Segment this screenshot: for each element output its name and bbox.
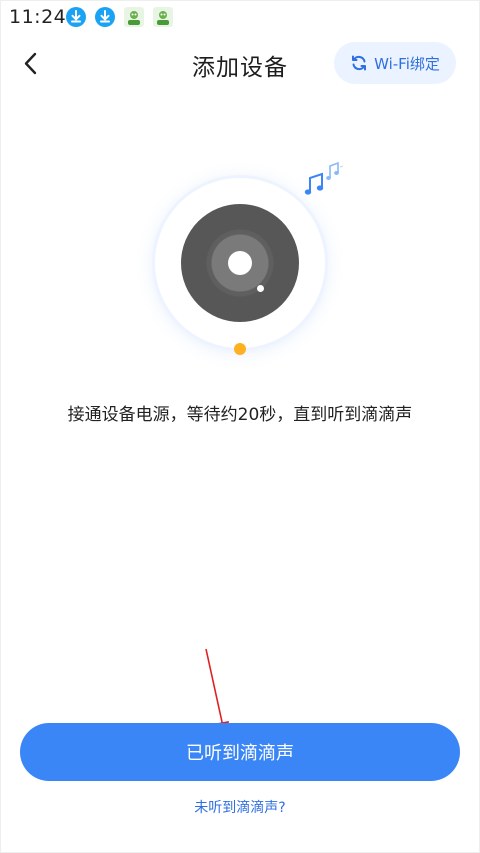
wifi-bind-button[interactable]: Wi-Fi绑定 — [334, 42, 456, 84]
status-bar: 11:24 — [0, 0, 480, 36]
disc-marker — [257, 285, 264, 292]
app-icon — [124, 7, 144, 27]
instruction-text: 接通设备电源，等待约20秒，直到听到滴滴声 — [67, 405, 413, 425]
download-icon — [66, 7, 86, 27]
app-icon — [153, 7, 173, 27]
music-notes-icon — [304, 161, 344, 195]
not-heard-beep-link[interactable]: 未听到滴滴声? — [0, 797, 480, 817]
status-dot — [234, 343, 246, 355]
refresh-icon — [352, 55, 367, 71]
download-icon — [95, 7, 115, 27]
speaker-illustration — [150, 150, 350, 370]
disc-center — [228, 251, 252, 275]
wifi-bind-label: Wi-Fi绑定 — [374, 54, 440, 73]
header: 添加设备 Wi-Fi绑定 — [0, 38, 480, 92]
heard-beep-button[interactable]: 已听到滴滴声 — [20, 723, 460, 781]
status-time: 11:24 — [9, 6, 67, 28]
